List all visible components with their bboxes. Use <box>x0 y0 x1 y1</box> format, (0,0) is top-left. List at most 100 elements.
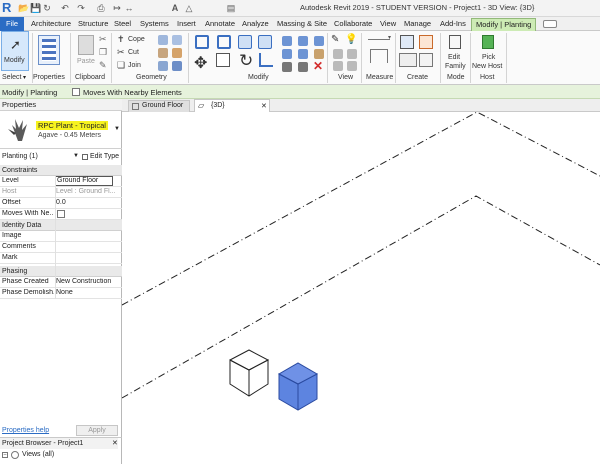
thin-lines-icon[interactable]: ▤ <box>226 3 236 13</box>
type-selector[interactable]: RPC Plant - Tropical Agave - 0.45 Meters… <box>0 111 122 149</box>
geometry-tool-icon[interactable] <box>158 61 168 71</box>
view-tab-ground-floor[interactable]: Ground Floor <box>128 100 190 112</box>
copy-tool-icon[interactable]: ❐ <box>99 47 107 58</box>
ribbon-options-icon[interactable] <box>543 20 557 28</box>
cope-label[interactable]: Cope <box>128 36 145 43</box>
3d-view-canvas[interactable] <box>121 111 600 464</box>
group-phasing[interactable]: Phasing <box>0 266 122 277</box>
geometry-tool-icon[interactable] <box>172 48 182 58</box>
moves-checkbox[interactable] <box>57 210 65 218</box>
prop-value[interactable]: 0.0 <box>56 199 120 206</box>
tab-modify-planting[interactable]: Modify | Planting <box>471 18 537 31</box>
views-node-label[interactable]: Views (all) <box>22 451 54 458</box>
cut-label[interactable]: Cut <box>128 49 139 56</box>
project-browser-close-icon[interactable]: ✕ <box>112 439 118 447</box>
cut-geometry-icon[interactable]: ✂ <box>117 47 125 58</box>
measure-icon[interactable]: ↦ <box>112 3 122 13</box>
print-icon[interactable]: ⎙ <box>96 3 106 13</box>
tab-annotate[interactable]: Annotate <box>201 18 239 31</box>
geometry-tool-icon[interactable] <box>172 61 182 71</box>
rotate-icon[interactable]: ↻ <box>239 51 253 71</box>
redo-icon[interactable]: ↷ <box>76 3 86 13</box>
create-group-icon[interactable] <box>399 53 417 67</box>
geometry-tool-icon[interactable] <box>158 35 168 45</box>
mirror-draw-axis-icon[interactable] <box>258 35 272 49</box>
properties-button[interactable] <box>38 35 60 65</box>
revit-logo[interactable]: R <box>2 1 14 15</box>
close-view-icon[interactable]: ✕ <box>261 102 267 110</box>
cope-tool-icon[interactable]: ✝ <box>117 34 125 45</box>
view-tab-3d[interactable]: ▱ {3D} ✕ <box>194 99 270 112</box>
edit-family-button[interactable]: Edit Family <box>443 33 467 71</box>
scale-icon[interactable] <box>298 62 308 72</box>
undo-icon[interactable]: ↶ <box>60 3 70 13</box>
open-icon[interactable]: 📂 <box>18 3 29 13</box>
view-tool-icon[interactable] <box>347 49 357 59</box>
create-parts-icon[interactable] <box>419 35 433 49</box>
group-constraints[interactable]: Constraints <box>0 165 122 176</box>
modify-button[interactable]: ➚ Modify <box>1 31 29 71</box>
tab-collaborate[interactable]: Collaborate <box>330 18 376 31</box>
tab-structure[interactable]: Structure <box>74 18 112 31</box>
align-icon[interactable] <box>195 35 209 49</box>
create-similar-icon[interactable] <box>419 53 433 67</box>
measure-between-icon[interactable] <box>368 39 390 40</box>
aligned-dimension-icon[interactable] <box>370 49 388 63</box>
modify-tool-icon[interactable] <box>314 49 324 59</box>
column-divider[interactable] <box>55 176 56 299</box>
instance-filter-dropdown-icon[interactable]: ▼ <box>73 153 79 159</box>
instance-filter[interactable]: Planting (1) ▼ <box>0 151 80 163</box>
tab-view[interactable]: View <box>376 18 400 31</box>
pin-icon[interactable] <box>298 36 308 46</box>
3d-view-icon[interactable]: △ <box>184 3 194 13</box>
prop-value[interactable]: New Construction <box>56 278 120 285</box>
tab-analyze[interactable]: Analyze <box>238 18 273 31</box>
text-icon[interactable]: A <box>170 3 180 13</box>
dimension-icon[interactable]: ↔ <box>124 3 134 13</box>
view-tool-icon[interactable] <box>333 61 343 71</box>
save-icon[interactable]: 💾 <box>30 3 41 13</box>
override-graphics-icon[interactable]: ✎ <box>331 34 339 45</box>
modify-tool-icon[interactable] <box>314 36 324 46</box>
select-dropdown-icon[interactable]: ▾ <box>23 74 26 81</box>
edit-type-button[interactable]: Edit Type <box>80 151 120 163</box>
tab-steel[interactable]: Steel <box>110 18 135 31</box>
delete-icon[interactable]: ✕ <box>313 59 323 73</box>
offset-icon[interactable] <box>217 35 231 49</box>
cut-tool-icon[interactable]: ✂ <box>99 34 107 45</box>
moves-with-nearby-checkbox[interactable] <box>72 88 80 96</box>
type-dropdown-icon[interactable]: ▼ <box>114 126 120 132</box>
prop-value[interactable]: None <box>56 289 120 296</box>
tab-systems[interactable]: Systems <box>136 18 173 31</box>
properties-help-link[interactable]: Properties help <box>2 427 49 434</box>
unpin-icon[interactable] <box>298 49 308 59</box>
split-gap-icon[interactable] <box>282 49 292 59</box>
trim-icon[interactable] <box>259 53 273 67</box>
create-assembly-icon[interactable] <box>400 35 414 49</box>
array-icon[interactable] <box>282 62 292 72</box>
tab-massing-site[interactable]: Massing & Site <box>273 18 331 31</box>
apply-button[interactable]: Apply <box>76 425 118 436</box>
move-icon[interactable]: ✥ <box>194 53 207 73</box>
copy-icon[interactable] <box>216 53 230 67</box>
join-label[interactable]: Join <box>128 62 141 69</box>
geometry-tool-icon[interactable] <box>158 48 168 58</box>
collapse-icon[interactable]: – <box>2 452 8 458</box>
panel-select-label[interactable]: Select <box>2 74 21 81</box>
paste-button[interactable]: Paste <box>74 35 98 71</box>
tab-insert[interactable]: Insert <box>173 18 200 31</box>
hide-in-view-icon[interactable]: 💡 <box>345 34 357 45</box>
view-tool-icon[interactable] <box>347 61 357 71</box>
group-identity-data[interactable]: Identity Data <box>0 220 122 231</box>
geometry-tool-icon[interactable] <box>172 35 182 45</box>
tab-architecture[interactable]: Architecture <box>27 18 75 31</box>
level-value-field[interactable]: Ground Floor <box>55 176 113 186</box>
measure-dropdown-icon[interactable]: ▾ <box>388 34 391 41</box>
join-tool-icon[interactable]: ❏ <box>117 60 125 71</box>
tab-file[interactable]: File <box>0 17 24 31</box>
linework-icon[interactable] <box>333 49 343 59</box>
sync-icon[interactable]: ↻ <box>42 3 52 13</box>
pick-new-host-button[interactable]: Pick New Host <box>472 33 504 71</box>
mirror-pick-axis-icon[interactable] <box>238 35 252 49</box>
tab-add-ins[interactable]: Add-Ins <box>436 18 470 31</box>
